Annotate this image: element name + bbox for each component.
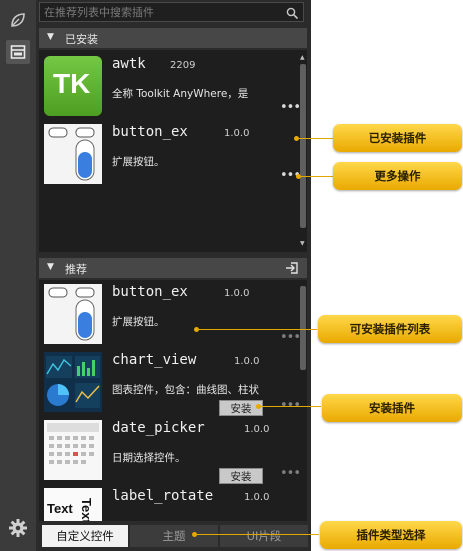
tab-custom-controls[interactable]: 自定义控件 <box>42 525 128 547</box>
list-item[interactable]: button_ex 1.0.0 扩展按钮。 ••• <box>42 284 301 348</box>
left-rail <box>0 0 36 551</box>
plugin-description: 全称 Toolkit AnyWhere，是 <box>112 88 249 100</box>
collapse-arrow-icon: ▼ <box>47 262 54 272</box>
plugin-name: label_rotate <box>112 488 214 504</box>
search-icon[interactable] <box>286 5 299 24</box>
recommended-section-header[interactable]: ▼ 推荐 <box>39 258 307 278</box>
search-box <box>39 2 304 22</box>
date-picker-thumbnail <box>44 420 102 480</box>
plugin-name: awtk <box>112 56 146 72</box>
button-ex-thumbnail <box>44 284 102 344</box>
plugin-description: 扩展按钮。 <box>112 156 165 168</box>
plugin-version: 1.0.0 <box>234 356 260 367</box>
install-button[interactable]: 安装 <box>219 468 263 484</box>
window-icon[interactable] <box>6 40 30 64</box>
list-item[interactable]: Text Text label_rotate 1.0.0 <box>42 488 300 521</box>
plugin-version: 1.0.0 <box>244 424 270 435</box>
callout-line <box>197 329 317 330</box>
scroll-up-icon[interactable]: ▲ <box>300 54 305 61</box>
callout-line <box>259 406 321 407</box>
settings-gear-icon[interactable] <box>6 516 30 540</box>
more-actions-icon[interactable]: ••• <box>280 466 301 481</box>
plugin-description: 日期选择控件。 <box>112 452 186 464</box>
plugin-description: 扩展按钮。 <box>112 316 165 328</box>
section-title: 已安装 <box>65 33 98 46</box>
callout-line <box>299 176 333 177</box>
plugin-panel: ▼ 已安装 TK awtk 2209 全称 Toolkit AnyWhere，是… <box>36 0 311 551</box>
scroll-down-icon[interactable]: ▼ <box>300 240 305 247</box>
callout-installable-list: 可安装插件列表 <box>318 315 462 343</box>
label-rotate-thumbnail: Text Text <box>44 488 102 521</box>
callout-install-plugin: 安装插件 <box>322 394 462 422</box>
tab-ui-fragment[interactable]: UI片段 <box>220 525 308 547</box>
plugin-type-tabs: 自定义控件 主题 UI片段 <box>36 521 311 551</box>
more-actions-icon[interactable]: ••• <box>280 100 301 115</box>
list-item[interactable]: TK awtk 2209 全称 Toolkit AnyWhere，是 ••• <box>42 56 301 120</box>
plugin-name: chart_view <box>112 352 197 368</box>
section-title: 推荐 <box>65 263 87 276</box>
collapse-arrow-icon: ▼ <box>47 32 54 42</box>
scroll-thumb[interactable] <box>300 286 306 370</box>
installed-list: TK awtk 2209 全称 Toolkit AnyWhere，是 ••• b… <box>39 50 307 252</box>
awtk-logo: TK <box>44 56 102 116</box>
plugin-name: button_ex <box>112 284 188 300</box>
plugin-name: date_picker <box>112 420 205 436</box>
plugin-version: 1.0.0 <box>224 128 250 139</box>
plugin-leaf-icon[interactable] <box>6 8 30 32</box>
scroll-thumb[interactable] <box>300 64 306 228</box>
installed-section-header[interactable]: ▼ 已安装 <box>39 28 307 48</box>
callout-installed-plugins: 已安装插件 <box>333 124 462 152</box>
plugin-version: 1.0.0 <box>244 492 270 503</box>
recommended-list: button_ex 1.0.0 扩展按钮。 ••• chart_view 1.0… <box>39 280 307 521</box>
plugin-version: 2209 <box>170 60 196 71</box>
button-ex-thumbnail <box>44 124 102 184</box>
list-item[interactable]: button_ex 1.0.0 扩展按钮。 ••• <box>42 124 301 188</box>
search-input[interactable] <box>44 4 274 20</box>
list-item[interactable]: date_picker 1.0.0 日期选择控件。 安装 ••• <box>42 420 301 484</box>
tab-theme[interactable]: 主题 <box>130 525 218 547</box>
plugin-version: 1.0.0 <box>224 288 250 299</box>
callout-line <box>195 534 319 535</box>
callout-plugin-type-select: 插件类型选择 <box>320 521 462 549</box>
installed-scrollbar[interactable]: ▲ ▼ <box>299 54 307 248</box>
recommended-scrollbar[interactable] <box>299 284 307 518</box>
import-icon[interactable] <box>285 261 299 278</box>
plugin-name: button_ex <box>112 124 188 140</box>
callout-line <box>297 138 333 139</box>
chart-view-thumbnail <box>44 352 102 412</box>
more-actions-icon[interactable]: ••• <box>280 330 301 345</box>
callout-more-actions: 更多操作 <box>333 162 462 190</box>
plugin-description: 图表控件，包含：曲线图、柱状 <box>112 384 259 396</box>
